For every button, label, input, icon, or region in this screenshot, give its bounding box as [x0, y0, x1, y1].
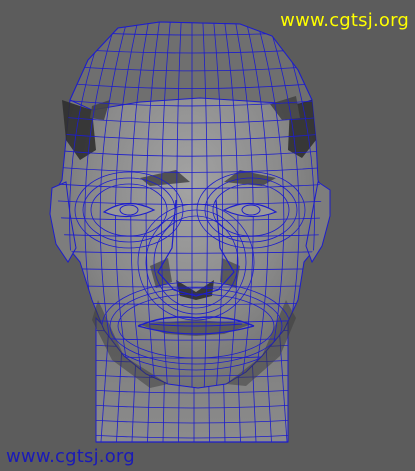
3d-viewport[interactable]: www.cgtsj.org www.cgtsj.org [0, 0, 415, 471]
wireframe-head-model[interactable] [0, 0, 415, 471]
watermark-top: www.cgtsj.org [280, 10, 409, 31]
watermark-bottom: www.cgtsj.org [6, 446, 135, 467]
mesh-edge [96, 318, 97, 442]
